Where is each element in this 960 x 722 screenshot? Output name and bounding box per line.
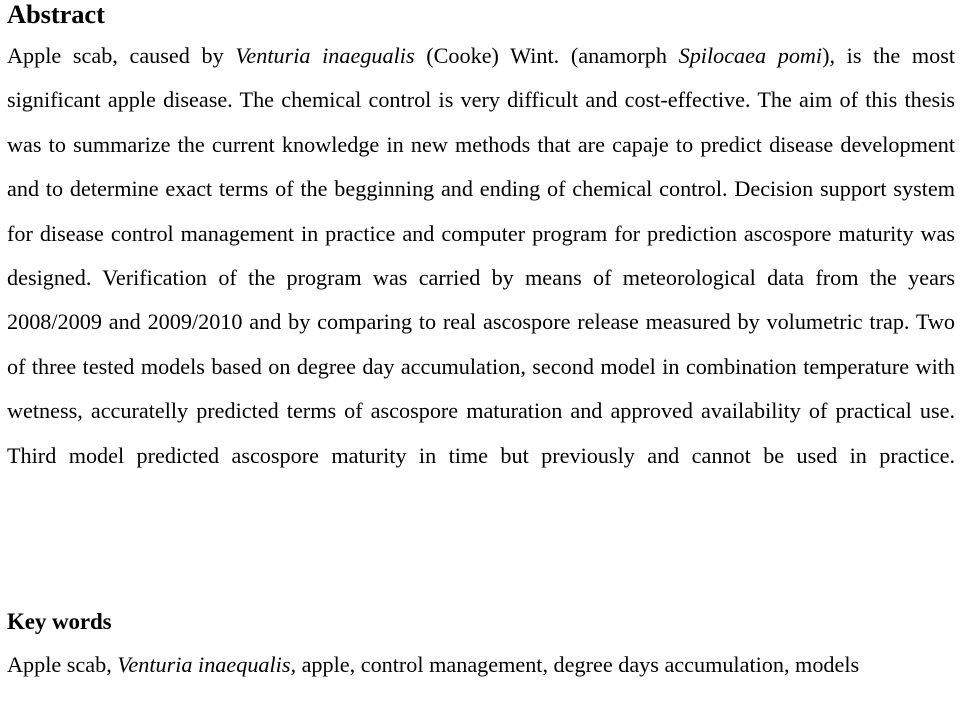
text-run-0: Apple scab, caused by — [7, 43, 236, 68]
scientific-name: Venturia inaequalis, — [117, 652, 297, 677]
text-run-2: (Cooke) Wint. (anamorph — [414, 43, 679, 68]
scientific-name: Spilocaea pomi — [678, 43, 823, 68]
scientific-name: Venturia inaegualis — [235, 43, 415, 68]
text-run-4: ), is the most significant apple disease… — [7, 43, 956, 468]
abstract-paragraph: Apple scab, caused by Venturia inaeguali… — [7, 34, 955, 522]
text-run-0: Apple scab, — [7, 652, 118, 677]
text-run-2: apple, control management, degree days a… — [296, 652, 860, 677]
keywords-paragraph: Apple scab, Venturia inaequalis, apple, … — [7, 643, 955, 687]
document-page: Abstract Apple scab, caused by Venturia … — [0, 0, 960, 722]
keywords-heading: Key words — [7, 609, 112, 634]
abstract-heading: Abstract — [7, 0, 105, 29]
